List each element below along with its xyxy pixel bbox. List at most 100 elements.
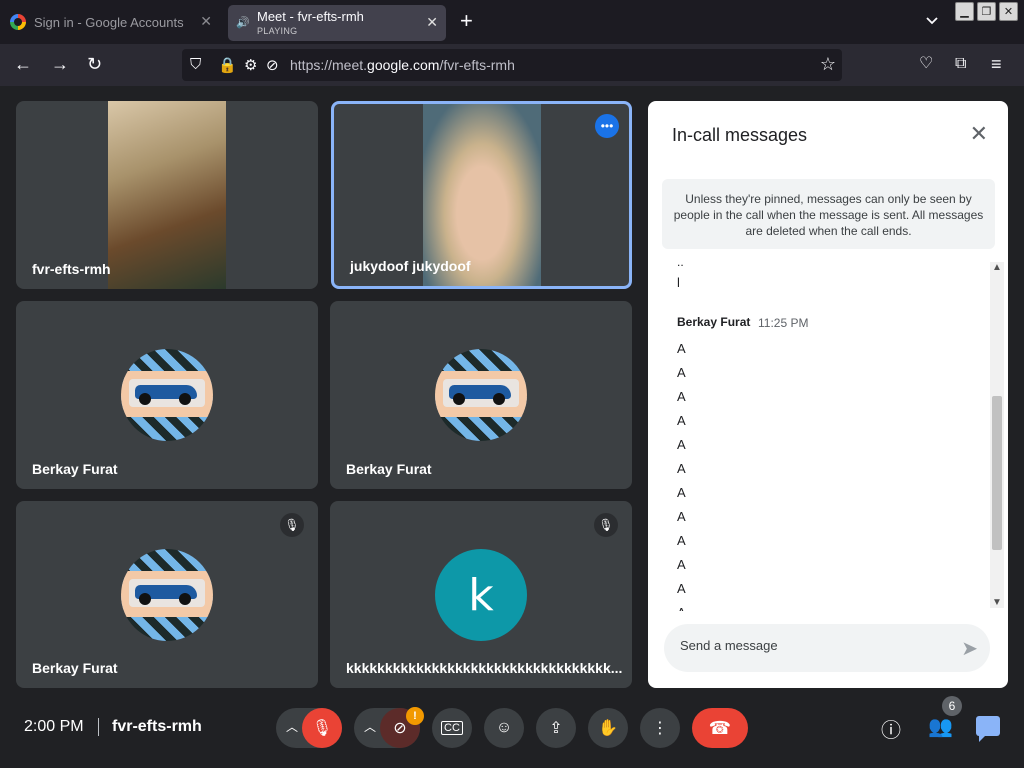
chat-notice: Unless they're pinned, messages can only… [662, 179, 995, 249]
participant-tile[interactable]: Berkay Furat [16, 301, 318, 489]
avatar [121, 349, 213, 441]
tab-title: Meet - fvr-efts-rmh [257, 9, 364, 24]
message-text: A [677, 533, 686, 548]
send-icon[interactable]: ➤ [961, 636, 978, 661]
raise-hand-button[interactable]: ✋ [588, 708, 628, 748]
participant-name: kkkkkkkkkkkkkkkkkkkkkkkkkkkkkkkkkk... [346, 660, 623, 676]
people-count-badge: 6 [942, 696, 962, 716]
message-list[interactable]: .. l Berkay Furat 11:25 PM A A A A A A A… [648, 255, 992, 611]
message-text: A [677, 485, 686, 500]
present-screen-button[interactable]: ⇪ [536, 708, 576, 748]
scroll-up-icon[interactable]: ▲ [992, 262, 1002, 273]
mic-off-icon: 🎙 [280, 513, 304, 537]
emoji-icon: ☺ [495, 719, 513, 736]
avatar [435, 349, 527, 441]
message-text: A [677, 389, 686, 404]
window-controls: ▁ ❐ ✕ [955, 2, 1018, 21]
close-icon[interactable]: ✕ [200, 13, 212, 30]
participant-tile[interactable]: 🎙 Berkay Furat [16, 501, 318, 688]
message-text: A [677, 557, 686, 572]
participant-tile[interactable]: 🎙 k kkkkkkkkkkkkkkkkkkkkkkkkkkkkkkkkkk..… [330, 501, 632, 688]
divider [98, 718, 99, 736]
participant-tile[interactable]: fvr-efts-rmh [16, 101, 318, 289]
chat-scrollbar[interactable]: ▲ ▼ [990, 262, 1004, 608]
new-tab-plus-icon[interactable]: + [460, 10, 473, 32]
avatar [121, 549, 213, 641]
chat-icon[interactable] [976, 716, 1000, 742]
hand-icon: ✋ [598, 720, 618, 737]
bookmark-star-icon[interactable]: ☆ [820, 54, 836, 75]
more-vert-icon: ⋮ [652, 720, 668, 737]
participant-video [108, 101, 226, 289]
participant-name: jukydoof jukydoof [350, 258, 471, 274]
url-bar[interactable]: ⛉ 🔒 ⚙ ⊘ https://meet.google.com/fvr-efts… [182, 49, 842, 81]
message-text: A [677, 341, 686, 356]
info-icon[interactable]: ⓘ [881, 714, 901, 743]
participant-tile[interactable]: Berkay Furat [330, 301, 632, 489]
message-text: .. [677, 255, 684, 269]
message-sender: Berkay Furat [677, 315, 751, 329]
participant-name: fvr-efts-rmh [32, 261, 111, 277]
browser-tab-bar: Sign in - Google Accounts ✕ 🔊 Meet - fvr… [0, 0, 1024, 44]
in-call-messages-panel: In-call messages ✕ Unless they're pinned… [648, 101, 1008, 688]
url-text[interactable]: https://meet.google.com/fvr-efts-rmh [290, 57, 515, 73]
browser-nav-bar: ← → ↻ ⛉ 🔒 ⚙ ⊘ https://meet.google.com/fv… [0, 44, 1024, 86]
scroll-down-icon[interactable]: ▼ [992, 597, 1002, 608]
camera-off-icon: ⊘ [393, 720, 407, 737]
panel-title: In-call messages [672, 125, 808, 145]
clock: 2:00 PM [24, 718, 84, 735]
more-options-icon[interactable]: ••• [595, 114, 619, 138]
lock-icon[interactable]: 🔒 [218, 56, 237, 74]
message-text: A [677, 413, 686, 428]
restore-icon[interactable]: ❐ [977, 2, 996, 21]
more-options-button[interactable]: ⋮ [640, 708, 680, 748]
message-group: A A A A A A A A A A A A [677, 337, 686, 611]
extensions-icon[interactable]: ⧉ [955, 55, 966, 73]
participant-tile-active[interactable]: ••• jukydoof jukydoof [331, 101, 632, 289]
minimize-icon[interactable]: ▁ [955, 2, 974, 21]
scrollbar-thumb[interactable] [992, 396, 1002, 550]
pocket-icon[interactable]: ♡ [919, 55, 933, 73]
meeting-code: fvr-efts-rmh [112, 718, 202, 735]
forward-arrow-icon[interactable]: → [51, 55, 69, 73]
speaker-icon[interactable]: 🔊 [236, 16, 250, 29]
message-text: A [677, 601, 686, 611]
phone-hangup-icon: ☎ [708, 717, 732, 738]
mic-off-icon: 🎙 [594, 513, 618, 537]
menu-hamburger-icon[interactable]: ≡ [991, 55, 1002, 73]
message-text: A [677, 461, 686, 476]
close-icon[interactable]: ✕ [970, 123, 988, 145]
emoji-reactions-button[interactable]: ☺ [484, 708, 524, 748]
message-time: 11:25 PM [758, 316, 809, 330]
tab-title: Sign in - Google Accounts [34, 14, 184, 30]
present-icon: ⇪ [549, 720, 563, 737]
reload-icon[interactable]: ↻ [87, 55, 102, 73]
avatar: k [435, 549, 527, 641]
chevron-down-icon[interactable] [925, 14, 939, 28]
google-icon [10, 14, 26, 30]
tab-subtitle: PLAYING [257, 26, 298, 36]
participant-name: Berkay Furat [32, 660, 118, 676]
captions-button[interactable]: CC [432, 708, 472, 748]
message-text: A [677, 581, 686, 596]
close-window-icon[interactable]: ✕ [999, 2, 1018, 21]
participant-name: Berkay Furat [32, 461, 118, 477]
leave-call-button[interactable]: ☎ [692, 708, 748, 748]
message-input[interactable] [680, 638, 940, 653]
permissions-icon[interactable]: ⚙ [244, 56, 257, 74]
people-icon[interactable]: 👥 [928, 714, 953, 739]
message-input-wrap: ➤ [664, 624, 990, 672]
message-text: l [677, 275, 680, 290]
back-arrow-icon[interactable]: ← [14, 55, 32, 73]
tab-meet[interactable]: 🔊 Meet - fvr-efts-rmh PLAYING ✕ [228, 5, 446, 41]
chevron-up-icon[interactable]: ︿ [364, 718, 376, 735]
shield-icon[interactable]: ⛉ [190, 56, 201, 73]
participant-name: Berkay Furat [346, 461, 432, 477]
close-icon[interactable]: ✕ [426, 14, 438, 31]
mic-toggle-button[interactable]: 🎙 [302, 708, 342, 748]
message-text: A [677, 437, 686, 452]
message-text: A [677, 509, 686, 524]
chevron-up-icon[interactable]: ︿ [286, 718, 298, 735]
tab-google-accounts[interactable]: Sign in - Google Accounts ✕ [6, 6, 220, 38]
camera-blocked-icon[interactable]: ⊘ [266, 56, 279, 74]
